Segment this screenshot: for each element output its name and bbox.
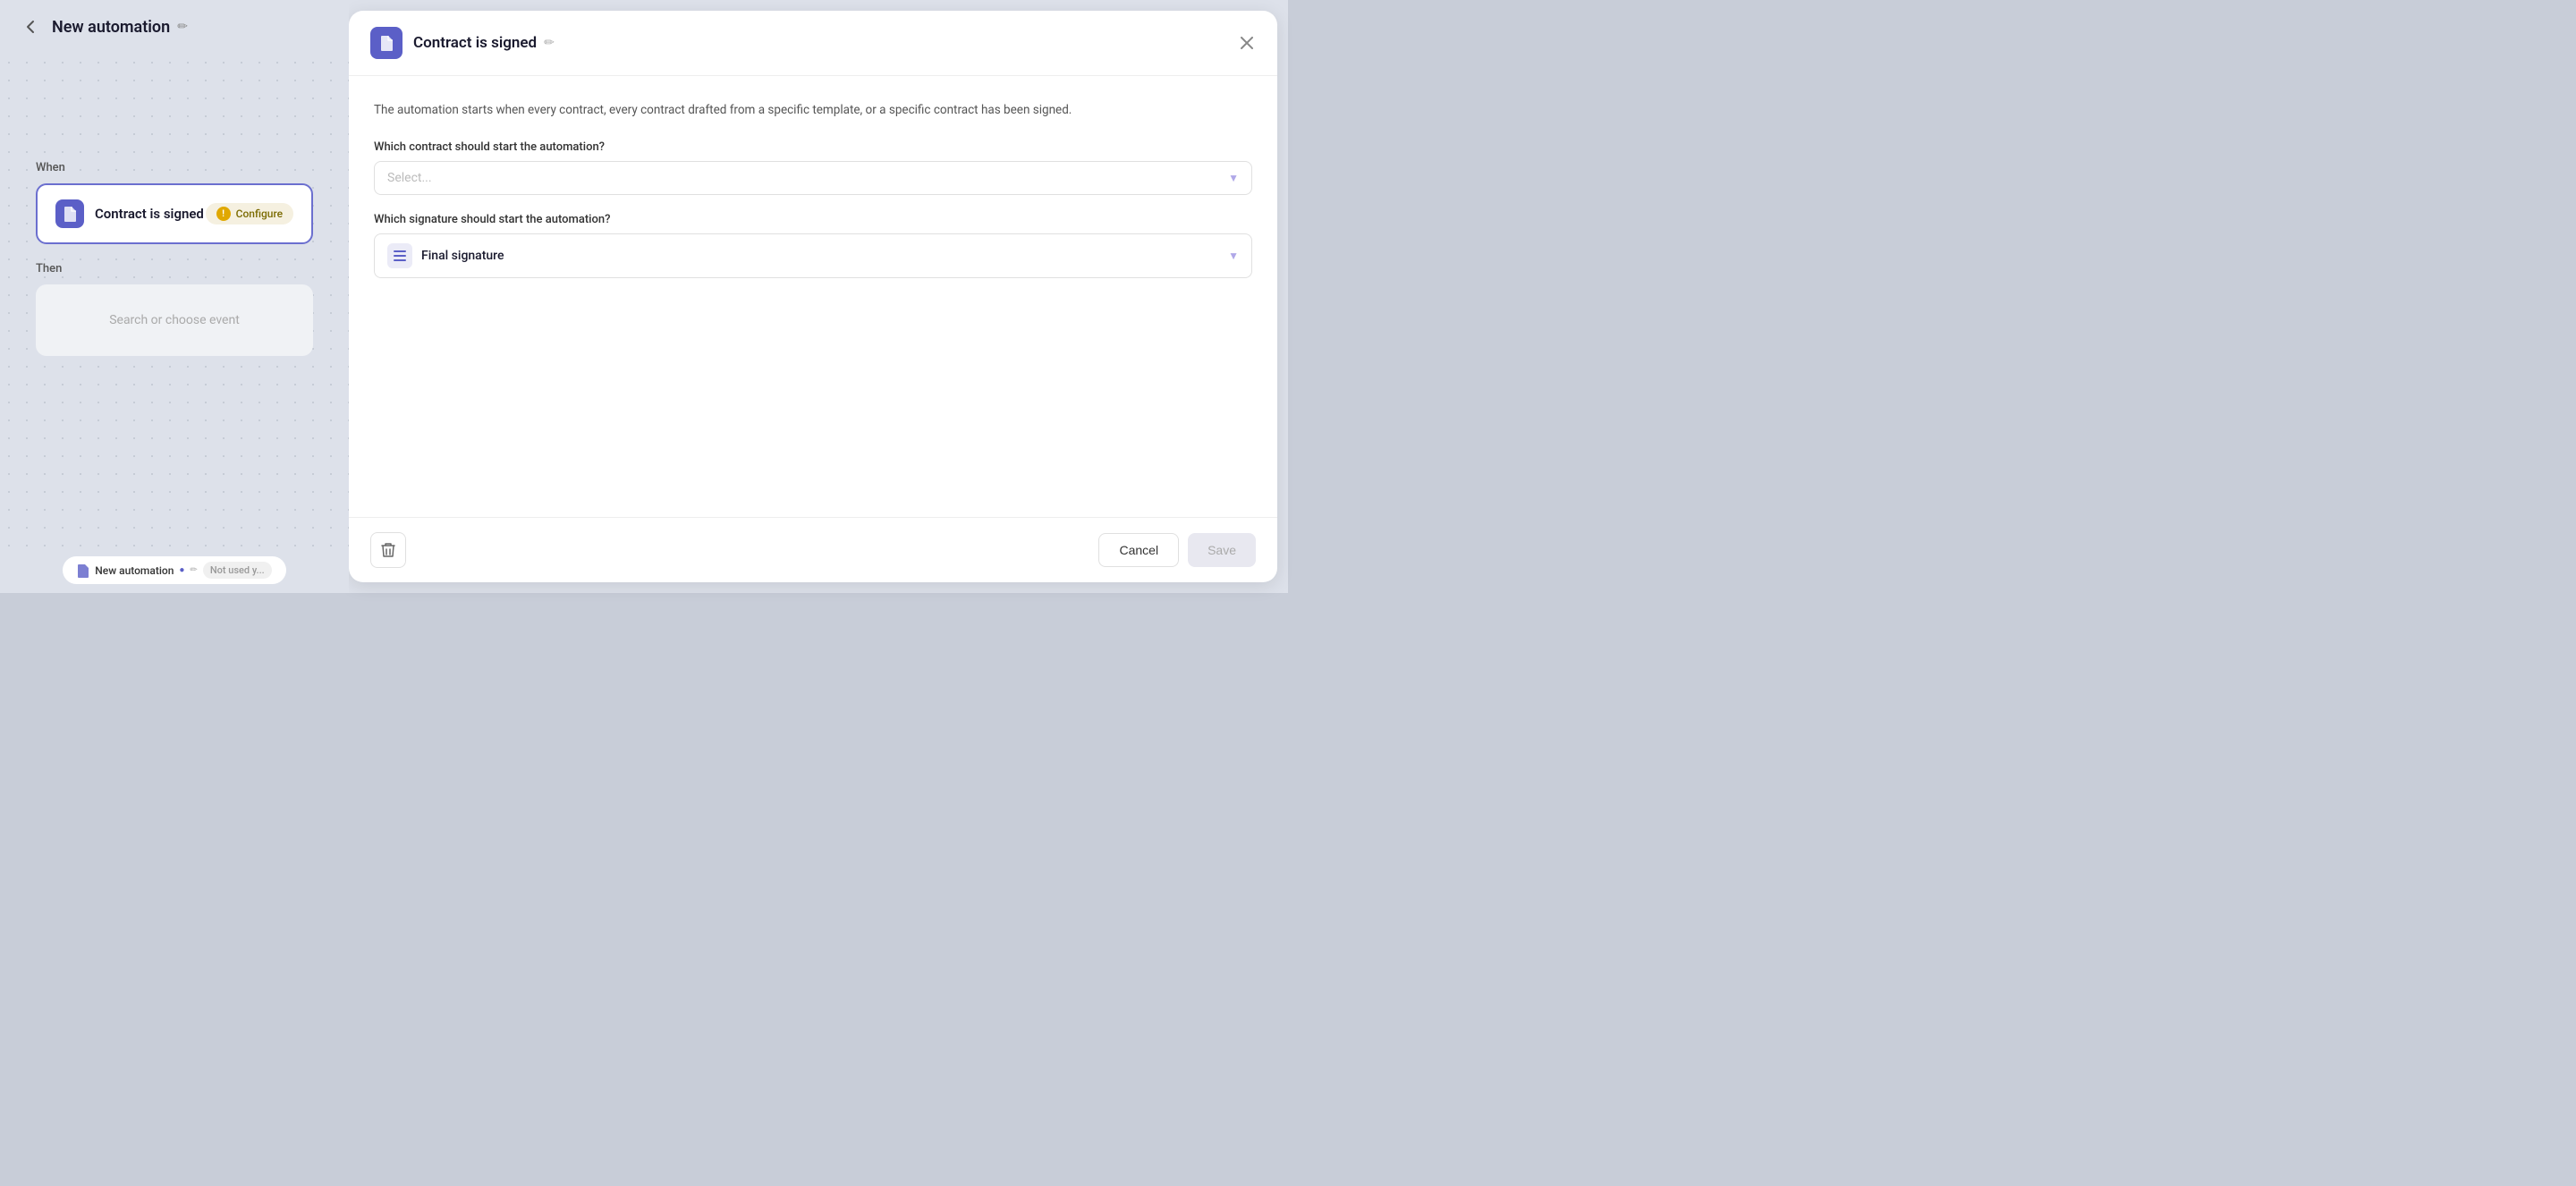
save-button[interactable]: Save [1188, 533, 1256, 567]
trigger-doc-icon [55, 199, 84, 228]
configure-badge[interactable]: ! Configure [206, 203, 293, 224]
right-footer: Cancel Save [349, 517, 1277, 582]
not-used-badge: Not used y... [203, 562, 272, 579]
right-body: The automation starts when every contrac… [349, 76, 1277, 517]
contract-question: Which contract should start the automati… [374, 140, 1252, 154]
trigger-card-left: Contract is signed [55, 199, 204, 228]
contract-chevron-icon: ▼ [1228, 172, 1239, 184]
page-title: New automation [52, 18, 170, 37]
signature-value: Final signature [421, 249, 504, 263]
warning-icon: ! [216, 207, 231, 221]
left-content: When Contract is signed ! Configure [0, 54, 349, 374]
right-header: Contract is signed ✏ [349, 11, 1277, 76]
signature-select[interactable]: Final signature ▼ [374, 233, 1252, 278]
signature-chevron-icon: ▼ [1228, 250, 1239, 262]
cancel-button[interactable]: Cancel [1098, 533, 1179, 567]
configure-label: Configure [236, 208, 283, 220]
main-container: New automation ✏ When Contract is signed [0, 0, 1288, 593]
bottom-tab[interactable]: New automation ● ✏ Not used y... [63, 556, 285, 584]
search-event-box[interactable]: Search or choose event [36, 284, 313, 356]
footer-right: Cancel Save [1098, 533, 1256, 567]
back-button[interactable] [18, 14, 43, 39]
trigger-card[interactable]: Contract is signed ! Configure [36, 183, 313, 244]
left-panel: New automation ✏ When Contract is signed [0, 0, 349, 593]
bottom-bar: New automation ● ✏ Not used y... [0, 547, 349, 593]
right-header-title: Contract is signed [413, 34, 537, 52]
delete-button[interactable] [370, 532, 406, 568]
right-header-doc-icon [370, 27, 402, 59]
search-event-placeholder: Search or choose event [109, 313, 240, 327]
list-icon [387, 243, 412, 268]
top-bar: New automation ✏ [0, 0, 349, 54]
right-header-edit-icon[interactable]: ✏ [544, 36, 555, 50]
when-label: When [36, 161, 313, 174]
contract-select[interactable]: Select... ▼ [374, 161, 1252, 195]
trigger-title: Contract is signed [95, 206, 204, 222]
bottom-tab-label: New automation [95, 564, 174, 577]
signature-value-wrapper: Final signature [387, 243, 504, 268]
description-text: The automation starts when every contrac… [374, 101, 1252, 119]
right-panel: Contract is signed ✏ The automation star… [349, 11, 1277, 582]
contract-placeholder: Select... [387, 171, 432, 185]
close-button[interactable] [1234, 30, 1259, 55]
edit-title-icon[interactable]: ✏ [177, 20, 188, 34]
then-label: Then [36, 262, 313, 275]
signature-question: Which signature should start the automat… [374, 213, 1252, 226]
